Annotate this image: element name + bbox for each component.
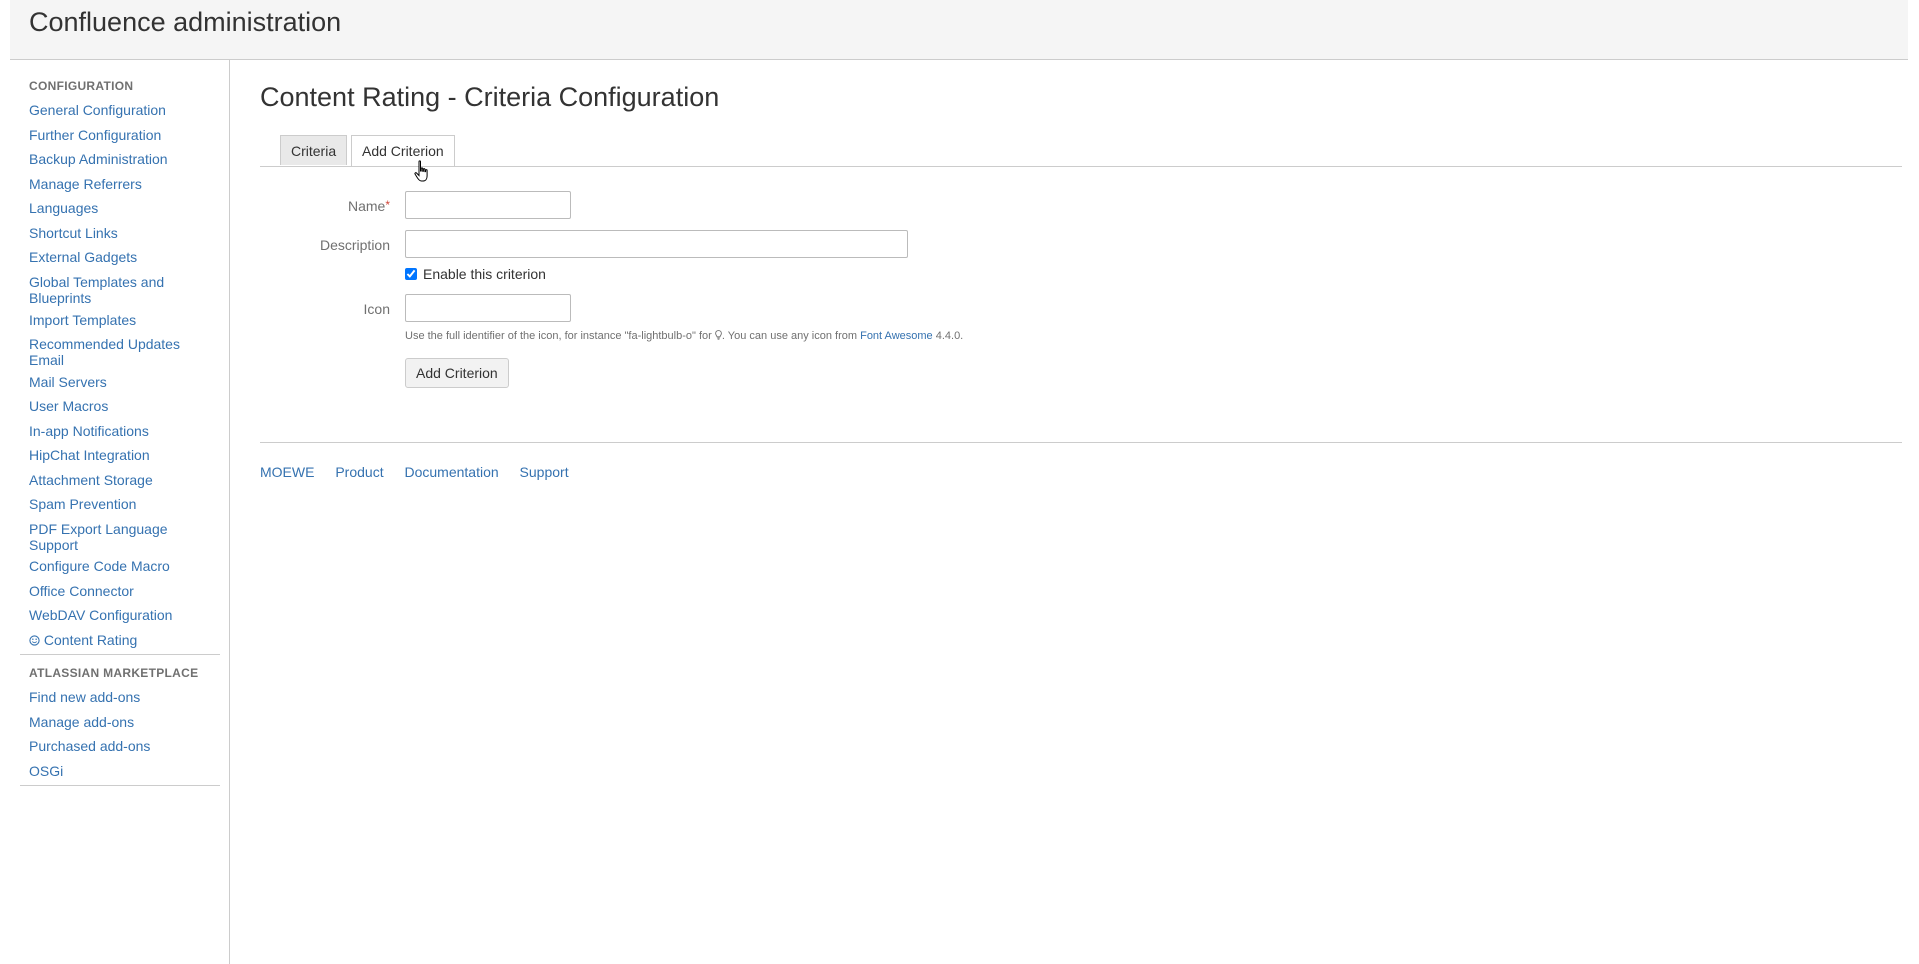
required-marker: * xyxy=(385,198,390,212)
sidebar-item-general-configuration[interactable]: General Configuration xyxy=(29,102,209,118)
footer: MOEWE Product Documentation Support xyxy=(260,464,586,480)
sidebar-section-configuration: CONFIGURATION xyxy=(29,79,134,93)
sidebar-item-configure-code-macro[interactable]: Configure Code Macro xyxy=(29,558,209,574)
sidebar-item-backup-administration[interactable]: Backup Administration xyxy=(29,151,209,167)
sidebar-item-spam-prevention[interactable]: Spam Prevention xyxy=(29,496,209,512)
sidebar-item-manage-referrers[interactable]: Manage Referrers xyxy=(29,176,209,192)
sidebar-item-content-rating-label: Content Rating xyxy=(43,632,138,648)
sidebar-item-osgi[interactable]: OSGi xyxy=(29,763,209,779)
sidebar-item-user-macros[interactable]: User Macros xyxy=(29,398,209,414)
icon-hint-suffix: 4.4.0. xyxy=(935,330,964,342)
footer-link-documentation[interactable]: Documentation xyxy=(404,464,498,480)
description-field[interactable] xyxy=(405,230,908,258)
description-label: Description xyxy=(319,237,390,253)
sidebar-item-office-connector[interactable]: Office Connector xyxy=(29,583,209,599)
enable-criterion-checkbox[interactable] xyxy=(405,268,417,280)
hand-pointer-cursor-icon xyxy=(414,160,428,182)
tab-add-criterion[interactable]: Add Criterion xyxy=(351,135,455,166)
tab-bar: Criteria Add Criterion xyxy=(260,135,1902,167)
sidebar-divider-bottom xyxy=(20,785,220,786)
sidebar-item-purchased-add-ons[interactable]: Purchased add-ons xyxy=(29,738,209,754)
font-awesome-link[interactable]: Font Awesome xyxy=(860,330,933,342)
sidebar-item-import-templates[interactable]: Import Templates xyxy=(29,312,209,328)
sidebar-item-in-app-notifications[interactable]: In-app Notifications xyxy=(29,423,209,439)
sidebar-item-find-new-add-ons[interactable]: Find new add-ons xyxy=(29,689,209,705)
sidebar-item-webdav-configuration[interactable]: WebDAV Configuration xyxy=(29,607,209,623)
name-label: Name* xyxy=(260,198,390,214)
smiley-icon xyxy=(29,635,40,646)
footer-divider xyxy=(260,442,1902,443)
icon-hint: Use the full identifier of the icon, for… xyxy=(405,330,963,342)
sidebar-divider xyxy=(20,654,220,655)
sidebar-item-global-templates[interactable]: Global Templates and Blueprints xyxy=(29,274,209,306)
lightbulb-icon xyxy=(715,330,722,340)
sidebar-item-mail-servers[interactable]: Mail Servers xyxy=(29,374,209,390)
admin-header: Confluence administration xyxy=(10,0,1908,60)
name-field[interactable] xyxy=(405,191,571,219)
name-label-text: Name xyxy=(347,198,386,214)
sidebar-item-shortcut-links[interactable]: Shortcut Links xyxy=(29,225,209,241)
footer-link-support[interactable]: Support xyxy=(520,464,569,480)
app-frame: Confluence administration CONFIGURATION … xyxy=(10,0,1908,964)
add-criterion-button[interactable]: Add Criterion xyxy=(405,358,509,388)
icon-label: Icon xyxy=(363,301,390,317)
sidebar-item-languages[interactable]: Languages xyxy=(29,200,209,216)
icon-hint-prefix: Use the full identifier of the icon, for… xyxy=(405,330,712,342)
sidebar-item-recommended-updates-email[interactable]: Recommended Updates Email xyxy=(29,336,209,368)
icon-field[interactable] xyxy=(405,294,571,322)
sidebar-section-marketplace: ATLASSIAN MARKETPLACE xyxy=(29,666,199,680)
tab-criteria[interactable]: Criteria xyxy=(280,135,348,165)
app-title: Confluence administration xyxy=(29,7,342,37)
sidebar-item-attachment-storage[interactable]: Attachment Storage xyxy=(29,472,209,488)
footer-link-moewe[interactable]: MOEWE xyxy=(260,464,314,480)
sidebar-item-manage-add-ons[interactable]: Manage add-ons xyxy=(29,714,209,730)
sidebar-item-pdf-export-language-support[interactable]: PDF Export Language Support xyxy=(29,521,209,553)
enable-criterion-row[interactable]: Enable this criterion xyxy=(405,266,546,282)
sidebar-item-content-rating[interactable]: Content Rating xyxy=(29,632,209,648)
sidebar-item-further-configuration[interactable]: Further Configuration xyxy=(29,127,209,143)
enable-criterion-label: Enable this criterion xyxy=(423,266,546,282)
sidebar-item-external-gadgets[interactable]: External Gadgets xyxy=(29,249,209,265)
page-title: Content Rating - Criteria Configuration xyxy=(260,82,720,112)
icon-hint-middle: . You can use any icon from xyxy=(721,330,858,342)
sidebar-item-hipchat-integration[interactable]: HipChat Integration xyxy=(29,447,209,463)
sidebar: CONFIGURATION General Configuration Furt… xyxy=(10,60,230,964)
footer-link-product[interactable]: Product xyxy=(335,464,383,480)
